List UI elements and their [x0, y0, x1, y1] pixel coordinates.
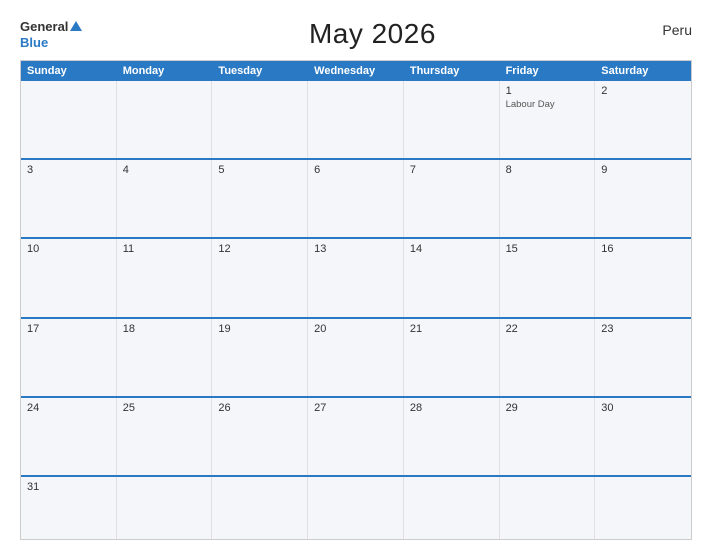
day-number: 31 [27, 481, 110, 493]
day-header-thursday: Thursday [404, 61, 500, 81]
day-cell [21, 81, 117, 158]
week-row-6: 31 [21, 475, 691, 539]
day-cell [404, 81, 500, 158]
weeks-container: 1Labour Day23456789101112131415161718192… [21, 81, 691, 539]
day-cell: 29 [500, 398, 596, 475]
day-cell: 18 [117, 319, 213, 396]
day-cell: 26 [212, 398, 308, 475]
day-number: 26 [218, 402, 301, 414]
day-cell [404, 477, 500, 539]
day-header-sunday: Sunday [21, 61, 117, 81]
day-header-saturday: Saturday [595, 61, 691, 81]
header: General Blue May 2026 Peru [20, 18, 692, 50]
week-row-3: 10 11 12 13 14 15 16 [21, 237, 691, 316]
day-number: 8 [506, 164, 589, 176]
day-number: 22 [506, 323, 589, 335]
day-cell: 19 [212, 319, 308, 396]
day-number: 12 [218, 243, 301, 255]
day-cell: 8 [500, 160, 596, 237]
day-cell [500, 477, 596, 539]
day-cell: 9 [595, 160, 691, 237]
day-number: 25 [123, 402, 206, 414]
day-cell: 23 [595, 319, 691, 396]
day-number: 2 [601, 85, 685, 97]
day-cell: 27 [308, 398, 404, 475]
day-cell: 28 [404, 398, 500, 475]
day-cell: 5 [212, 160, 308, 237]
day-header-tuesday: Tuesday [212, 61, 308, 81]
day-cell: 16 [595, 239, 691, 316]
country-label: Peru [662, 18, 692, 38]
day-number: 15 [506, 243, 589, 255]
calendar-title: May 2026 [309, 18, 436, 50]
day-header-wednesday: Wednesday [308, 61, 404, 81]
logo-blue: Blue [20, 36, 82, 50]
week-row-1: 1 Labour Day 2 [21, 81, 691, 158]
day-number: 14 [410, 243, 493, 255]
day-number: 17 [27, 323, 110, 335]
day-number: 7 [410, 164, 493, 176]
day-cell [117, 477, 213, 539]
day-cell: 15 [500, 239, 596, 316]
day-number: 28 [410, 402, 493, 414]
day-number: 3 [27, 164, 110, 176]
day-number: 9 [601, 164, 685, 176]
day-cell: 6 [308, 160, 404, 237]
day-cell [308, 81, 404, 158]
day-header-friday: Friday [500, 61, 596, 81]
week-row-5: 24 25 26 27 28 29 30 [21, 396, 691, 475]
day-cell: 25 [117, 398, 213, 475]
day-number: 10 [27, 243, 110, 255]
logo: General Blue [20, 18, 82, 50]
holiday-label: Labour Day [506, 99, 589, 110]
day-number: 23 [601, 323, 685, 335]
calendar: Sunday Monday Tuesday Wednesday Thursday… [20, 60, 692, 540]
day-number: 4 [123, 164, 206, 176]
day-number: 30 [601, 402, 685, 414]
page: General Blue May 2026 Peru Sunday Monday… [0, 0, 712, 550]
day-number: 21 [410, 323, 493, 335]
day-headers-row: Sunday Monday Tuesday Wednesday Thursday… [21, 61, 691, 81]
logo-text: General [20, 18, 82, 36]
day-cell: 2 [595, 81, 691, 158]
day-cell: 11 [117, 239, 213, 316]
day-cell: 10 [21, 239, 117, 316]
day-cell [595, 477, 691, 539]
day-number: 19 [218, 323, 301, 335]
logo-triangle-icon [70, 21, 82, 31]
day-cell: 3 [21, 160, 117, 237]
day-cell: 13 [308, 239, 404, 316]
day-cell: 31 [21, 477, 117, 539]
day-cell: 22 [500, 319, 596, 396]
day-cell: 12 [212, 239, 308, 316]
day-cell [308, 477, 404, 539]
day-number: 24 [27, 402, 110, 414]
day-cell: 30 [595, 398, 691, 475]
logo-general: General [20, 19, 68, 34]
day-cell [212, 477, 308, 539]
day-cell: 4 [117, 160, 213, 237]
day-number: 5 [218, 164, 301, 176]
week-row-4: 17 18 19 20 21 22 23 [21, 317, 691, 396]
day-cell [117, 81, 213, 158]
day-number: 13 [314, 243, 397, 255]
day-number: 27 [314, 402, 397, 414]
day-number: 11 [123, 243, 206, 255]
day-number: 18 [123, 323, 206, 335]
day-cell: 1 Labour Day [500, 81, 596, 158]
day-cell: 20 [308, 319, 404, 396]
day-number: 6 [314, 164, 397, 176]
day-cell: 7 [404, 160, 500, 237]
day-header-monday: Monday [117, 61, 213, 81]
day-cell: 24 [21, 398, 117, 475]
day-number: 20 [314, 323, 397, 335]
day-cell [212, 81, 308, 158]
day-cell: 21 [404, 319, 500, 396]
day-number: 16 [601, 243, 685, 255]
day-number: 29 [506, 402, 589, 414]
day-cell: 14 [404, 239, 500, 316]
day-cell: 17 [21, 319, 117, 396]
week-row-2: 3456789 [21, 158, 691, 237]
day-number: 1 [506, 85, 589, 97]
